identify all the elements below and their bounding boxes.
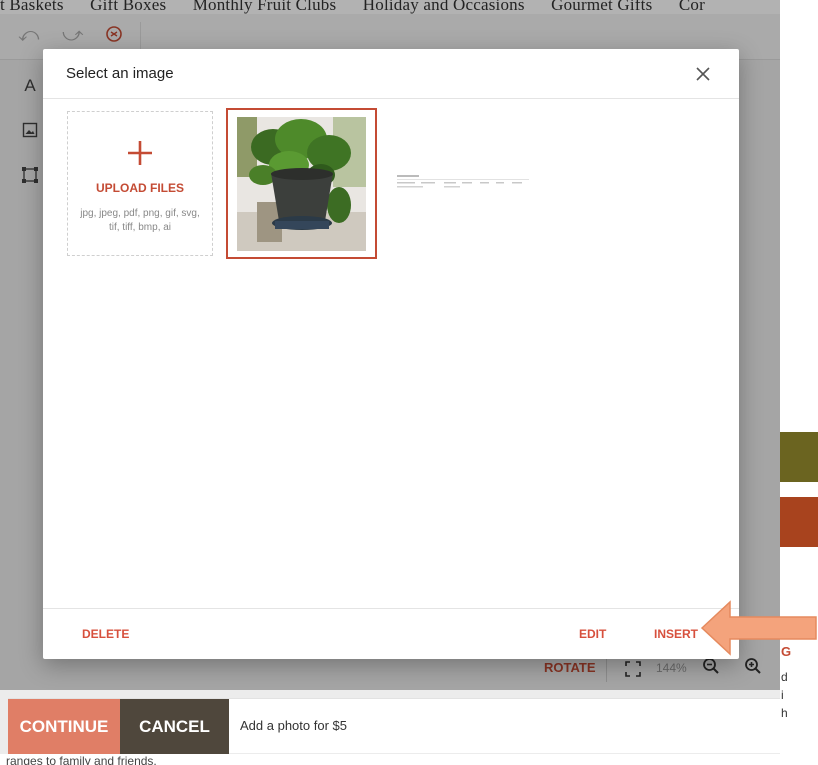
image-thumbnail-selected[interactable]: [226, 108, 377, 259]
right-panel-text: h: [781, 706, 788, 720]
dialog-title: Select an image: [66, 65, 174, 82]
dialog-header: Select an image: [43, 49, 739, 99]
right-panel-text: i: [781, 688, 784, 702]
cancel-button[interactable]: CANCEL: [120, 699, 229, 754]
select-image-dialog: Select an image UPLOAD FILES jpg, jpeg, …: [43, 49, 739, 659]
color-swatch[interactable]: [780, 497, 818, 547]
potted-plant-photo: [237, 117, 366, 251]
upload-file-formats: jpg, jpeg, pdf, png, gif, svg, tif, tiff…: [80, 208, 200, 233]
delete-button[interactable]: DELETE: [82, 627, 129, 641]
close-icon[interactable]: [693, 64, 713, 84]
upload-files-label: UPLOAD FILES: [95, 181, 184, 195]
document-thumbnail[interactable]: [396, 174, 530, 192]
right-panel-text: d: [781, 670, 788, 684]
upload-files-tile[interactable]: UPLOAD FILES jpg, jpeg, pdf, png, gif, s…: [67, 111, 213, 256]
action-bar: CONTINUE CANCEL Add a photo for $5: [8, 698, 780, 754]
color-swatch[interactable]: [780, 432, 818, 482]
page-body-text: ranges to family and friends.: [6, 754, 157, 765]
plus-icon: [125, 138, 155, 168]
add-photo-text: Add a photo for $5: [240, 718, 347, 733]
left-arrow-icon: [700, 600, 817, 656]
edit-button[interactable]: EDIT: [579, 627, 606, 641]
insert-button[interactable]: INSERT: [654, 627, 698, 641]
dialog-footer: DELETE EDIT INSERT: [43, 608, 739, 659]
continue-button[interactable]: CONTINUE: [8, 699, 120, 754]
